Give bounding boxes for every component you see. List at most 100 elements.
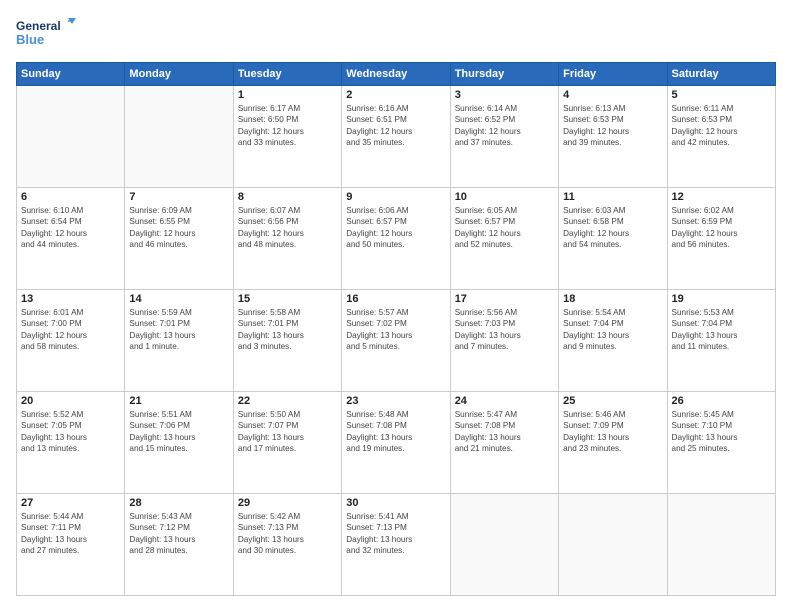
day-info: Sunrise: 5:46 AM Sunset: 7:09 PM Dayligh…: [563, 409, 662, 455]
day-info: Sunrise: 5:51 AM Sunset: 7:06 PM Dayligh…: [129, 409, 228, 455]
day-number: 11: [563, 191, 662, 203]
day-number: 23: [346, 395, 445, 407]
calendar-cell: 2Sunrise: 6:16 AM Sunset: 6:51 PM Daylig…: [342, 86, 450, 188]
calendar-cell: 21 Sunrise: 5:51 AM Sunset: 7:06 PM Dayli…: [125, 392, 233, 494]
day-info: Sunrise: 6:11 AM Sunset: 6:53 PM Dayligh…: [672, 103, 771, 149]
weekday-header-friday: Friday: [559, 63, 667, 86]
svg-text:General: General: [16, 19, 61, 33]
day-info: Sunrise: 6:07 AM Sunset: 6:56 PM Dayligh…: [238, 205, 337, 251]
calendar-cell: 23 Sunrise: 5:48 AM Sunset: 7:08 PM Dayli…: [342, 392, 450, 494]
calendar-cell: 30 Sunrise: 5:41 AM Sunset: 7:13 PM Dayli…: [342, 494, 450, 596]
day-info: Sunrise: 6:02 AM Sunset: 6:59 PM Dayligh…: [672, 205, 771, 251]
day-number: 15: [238, 293, 337, 305]
calendar-cell: 26 Sunrise: 5:45 AM Sunset: 7:10 PM Dayli…: [667, 392, 775, 494]
calendar-cell: 11 Sunrise: 6:03 AM Sunset: 6:58 PM Dayli…: [559, 188, 667, 290]
day-number: 8: [238, 191, 337, 203]
week-row-5: 27 Sunrise: 5:44 AM Sunset: 7:11 PM Dayli…: [17, 494, 776, 596]
day-number: 21: [129, 395, 228, 407]
calendar-cell: 14 Sunrise: 5:59 AM Sunset: 7:01 PM Dayli…: [125, 290, 233, 392]
calendar-cell: 27 Sunrise: 5:44 AM Sunset: 7:11 PM Dayli…: [17, 494, 125, 596]
day-info: Sunrise: 5:58 AM Sunset: 7:01 PM Dayligh…: [238, 307, 337, 353]
week-row-4: 20 Sunrise: 5:52 AM Sunset: 7:05 PM Dayli…: [17, 392, 776, 494]
day-number: 16: [346, 293, 445, 305]
day-info: Sunrise: 5:42 AM Sunset: 7:13 PM Dayligh…: [238, 511, 337, 557]
day-number: 19: [672, 293, 771, 305]
day-number: 12: [672, 191, 771, 203]
day-info: Sunrise: 5:44 AM Sunset: 7:11 PM Dayligh…: [21, 511, 120, 557]
day-number: 25: [563, 395, 662, 407]
day-number: 13: [21, 293, 120, 305]
calendar-cell: [450, 494, 558, 596]
day-info: Sunrise: 6:13 AM Sunset: 6:53 PM Dayligh…: [563, 103, 662, 149]
day-number: 14: [129, 293, 228, 305]
weekday-header-wednesday: Wednesday: [342, 63, 450, 86]
day-info: Sunrise: 6:03 AM Sunset: 6:58 PM Dayligh…: [563, 205, 662, 251]
header: General Blue: [16, 16, 776, 52]
weekday-header-saturday: Saturday: [667, 63, 775, 86]
day-info: Sunrise: 5:43 AM Sunset: 7:12 PM Dayligh…: [129, 511, 228, 557]
calendar-cell: 9 Sunrise: 6:06 AM Sunset: 6:57 PM Daylig…: [342, 188, 450, 290]
day-number: 9: [346, 191, 445, 203]
day-info: Sunrise: 6:14 AM Sunset: 6:52 PM Dayligh…: [455, 103, 554, 149]
day-info: Sunrise: 5:48 AM Sunset: 7:08 PM Dayligh…: [346, 409, 445, 455]
day-number: 29: [238, 497, 337, 509]
svg-text:Blue: Blue: [16, 32, 44, 47]
calendar-cell: 18Sunrise: 5:54 AM Sunset: 7:04 PM Dayli…: [559, 290, 667, 392]
day-number: 4: [563, 89, 662, 101]
day-number: 5: [672, 89, 771, 101]
day-number: 30: [346, 497, 445, 509]
day-info: Sunrise: 5:41 AM Sunset: 7:13 PM Dayligh…: [346, 511, 445, 557]
day-info: Sunrise: 5:52 AM Sunset: 7:05 PM Dayligh…: [21, 409, 120, 455]
calendar-cell: 13 Sunrise: 6:01 AM Sunset: 7:00 PM Dayli…: [17, 290, 125, 392]
calendar-cell: 16Sunrise: 5:57 AM Sunset: 7:02 PM Dayli…: [342, 290, 450, 392]
calendar-cell: 7 Sunrise: 6:09 AM Sunset: 6:55 PM Daylig…: [125, 188, 233, 290]
day-number: 26: [672, 395, 771, 407]
day-info: Sunrise: 5:53 AM Sunset: 7:04 PM Dayligh…: [672, 307, 771, 353]
calendar-cell: 8 Sunrise: 6:07 AM Sunset: 6:56 PM Daylig…: [233, 188, 341, 290]
day-info: Sunrise: 6:10 AM Sunset: 6:54 PM Dayligh…: [21, 205, 120, 251]
day-number: 17: [455, 293, 554, 305]
logo-svg: General Blue: [16, 16, 76, 52]
calendar-cell: 28Sunrise: 5:43 AM Sunset: 7:12 PM Dayli…: [125, 494, 233, 596]
week-row-3: 13 Sunrise: 6:01 AM Sunset: 7:00 PM Dayli…: [17, 290, 776, 392]
day-number: 24: [455, 395, 554, 407]
calendar-cell: 20 Sunrise: 5:52 AM Sunset: 7:05 PM Dayli…: [17, 392, 125, 494]
weekday-header-tuesday: Tuesday: [233, 63, 341, 86]
calendar-cell: 15 Sunrise: 5:58 AM Sunset: 7:01 PM Dayli…: [233, 290, 341, 392]
calendar-cell: 5 Sunrise: 6:11 AM Sunset: 6:53 PM Daylig…: [667, 86, 775, 188]
day-info: Sunrise: 6:06 AM Sunset: 6:57 PM Dayligh…: [346, 205, 445, 251]
weekday-header-thursday: Thursday: [450, 63, 558, 86]
week-row-2: 6Sunrise: 6:10 AM Sunset: 6:54 PM Daylig…: [17, 188, 776, 290]
calendar-cell: [125, 86, 233, 188]
day-number: 2: [346, 89, 445, 101]
calendar-cell: 12 Sunrise: 6:02 AM Sunset: 6:59 PM Dayli…: [667, 188, 775, 290]
calendar-cell: [559, 494, 667, 596]
calendar-cell: 29 Sunrise: 5:42 AM Sunset: 7:13 PM Dayli…: [233, 494, 341, 596]
day-number: 7: [129, 191, 228, 203]
day-info: Sunrise: 5:47 AM Sunset: 7:08 PM Dayligh…: [455, 409, 554, 455]
calendar-cell: 1 Sunrise: 6:17 AM Sunset: 6:50 PM Daylig…: [233, 86, 341, 188]
calendar-cell: 22Sunrise: 5:50 AM Sunset: 7:07 PM Dayli…: [233, 392, 341, 494]
day-info: Sunrise: 5:59 AM Sunset: 7:01 PM Dayligh…: [129, 307, 228, 353]
day-info: Sunrise: 6:09 AM Sunset: 6:55 PM Dayligh…: [129, 205, 228, 251]
calendar-cell: 19 Sunrise: 5:53 AM Sunset: 7:04 PM Dayli…: [667, 290, 775, 392]
calendar-cell: 17 Sunrise: 5:56 AM Sunset: 7:03 PM Dayli…: [450, 290, 558, 392]
day-number: 1: [238, 89, 337, 101]
calendar-cell: 10Sunrise: 6:05 AM Sunset: 6:57 PM Dayli…: [450, 188, 558, 290]
day-info: Sunrise: 5:56 AM Sunset: 7:03 PM Dayligh…: [455, 307, 554, 353]
weekday-header-row: SundayMondayTuesdayWednesdayThursdayFrid…: [17, 63, 776, 86]
day-info: Sunrise: 5:45 AM Sunset: 7:10 PM Dayligh…: [672, 409, 771, 455]
calendar-cell: 6Sunrise: 6:10 AM Sunset: 6:54 PM Daylig…: [17, 188, 125, 290]
day-info: Sunrise: 6:17 AM Sunset: 6:50 PM Dayligh…: [238, 103, 337, 149]
weekday-header-sunday: Sunday: [17, 63, 125, 86]
day-number: 20: [21, 395, 120, 407]
calendar-cell: [17, 86, 125, 188]
day-number: 27: [21, 497, 120, 509]
calendar-cell: 4 Sunrise: 6:13 AM Sunset: 6:53 PM Daylig…: [559, 86, 667, 188]
logo: General Blue: [16, 16, 76, 52]
calendar-table: SundayMondayTuesdayWednesdayThursdayFrid…: [16, 62, 776, 596]
day-info: Sunrise: 6:01 AM Sunset: 7:00 PM Dayligh…: [21, 307, 120, 353]
page: General Blue SundayMondayTuesdayWednesda…: [0, 0, 792, 612]
calendar-cell: 24 Sunrise: 5:47 AM Sunset: 7:08 PM Dayli…: [450, 392, 558, 494]
day-number: 3: [455, 89, 554, 101]
